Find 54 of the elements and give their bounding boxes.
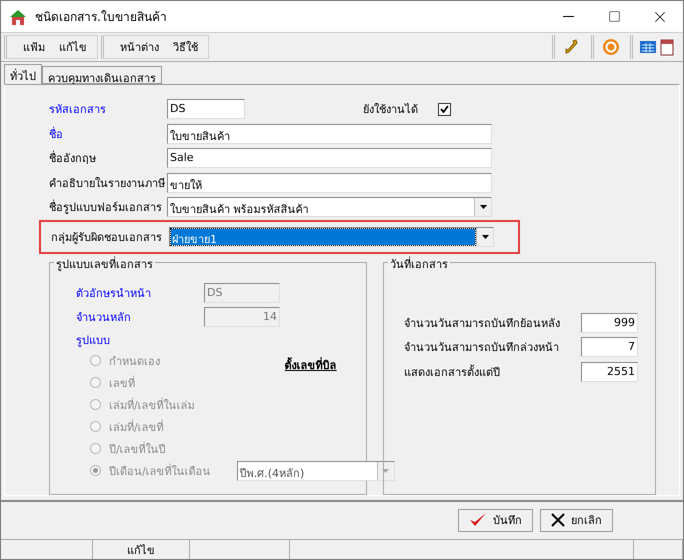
field-label: กลุ่มผู้รับผิดชอบเอกสาร (51, 230, 163, 246)
caret-icon (480, 205, 486, 210)
field-label: แสดงเอกสารตั้งแต่ปี (404, 364, 501, 381)
field-label: ตัวอักษรนำหน้า (76, 286, 152, 302)
group-title: รูปแบบเลขที่เอกสาร (54, 254, 155, 272)
number-field[interactable]: 999 (581, 312, 638, 333)
dropdown-field[interactable]: ฝ่ายขาย1 (169, 226, 494, 246)
field-label: จำนวนหลัก (76, 310, 132, 326)
radio-label: เล่มที่/เลขที่ (109, 418, 164, 436)
field-label: ชื่อ (49, 126, 64, 143)
checkmark-icon (469, 512, 487, 528)
maximize-icon (608, 10, 620, 23)
calendar-icon (660, 38, 674, 56)
save-button[interactable]: บันทึก (458, 508, 533, 532)
tab[interactable]: ควบคุมทางเดินเอกสาร (42, 66, 162, 84)
cancel-button[interactable]: ยกเลิก (540, 508, 613, 532)
checkbox-label: ยังใช้งานได้ (363, 102, 418, 118)
field-label: คำอธิบายในรายงานภาษี (49, 176, 166, 192)
field-label: จำนวนวันสามารถบันทึกล่วงหน้า (404, 340, 560, 356)
status-text: แก้ไข (92, 540, 190, 559)
field-label: จำนวนวันสามารถบันทึกย้อนหลัง (404, 316, 561, 332)
radio-label: ปี/เลขที่ในปี (109, 440, 166, 458)
window-title: ชนิดเอกสาร.ใบขายสินค้า (35, 9, 168, 26)
field-label: รูปแบบ (76, 332, 111, 348)
dropdown-field[interactable]: ปีพ.ศ.(4หลัก) (236, 460, 395, 480)
radio-label: เลขที่ (109, 374, 135, 392)
menu-item[interactable]: หน้าต่าง (120, 38, 159, 56)
minimize-icon (562, 16, 574, 17)
radio-label: กำหนดเอง (109, 354, 160, 370)
radio-label: ปีเดือน/เลขที่ในเดือน (109, 462, 211, 480)
menu-item[interactable]: วิธีใช้ (173, 38, 198, 56)
field-label: รหัสเอกสาร (49, 102, 107, 118)
circle-icon (602, 38, 620, 56)
field-label: ชื่อรูปแบบฟอร์มเอกสาร (49, 198, 163, 216)
text-field[interactable]: DS (167, 99, 245, 120)
grid-icon (640, 41, 656, 53)
field-label: ชื่ออังกฤษ (49, 150, 97, 168)
caret-icon (482, 234, 488, 238)
text-field[interactable]: DS (204, 282, 280, 303)
set-bill-number-link[interactable]: ตั้งเลขที่บิล (284, 358, 337, 372)
text-field[interactable]: Sale (167, 148, 492, 168)
text-field[interactable]: ใบขายสินค้า (167, 124, 492, 144)
house-icon (9, 8, 27, 26)
menu-item[interactable]: แก้ไข (59, 38, 87, 56)
text-field[interactable]: 14 (204, 307, 280, 328)
checkbox[interactable] (438, 102, 451, 116)
dropdown-field[interactable]: ใบขายสินค้า พร้อมรหัสสินค้า (167, 197, 492, 218)
radio-label: เล่มที่/เลขที่ในเล่ม (109, 396, 195, 414)
close-icon (551, 513, 565, 528)
menu-item[interactable]: แฟ้ม (23, 38, 45, 56)
tab[interactable]: ทั่วไป (4, 64, 42, 84)
text-field[interactable]: ขายให้ (167, 172, 492, 193)
number-field[interactable]: 2551 (581, 362, 638, 382)
number-field[interactable]: 7 (581, 337, 638, 358)
